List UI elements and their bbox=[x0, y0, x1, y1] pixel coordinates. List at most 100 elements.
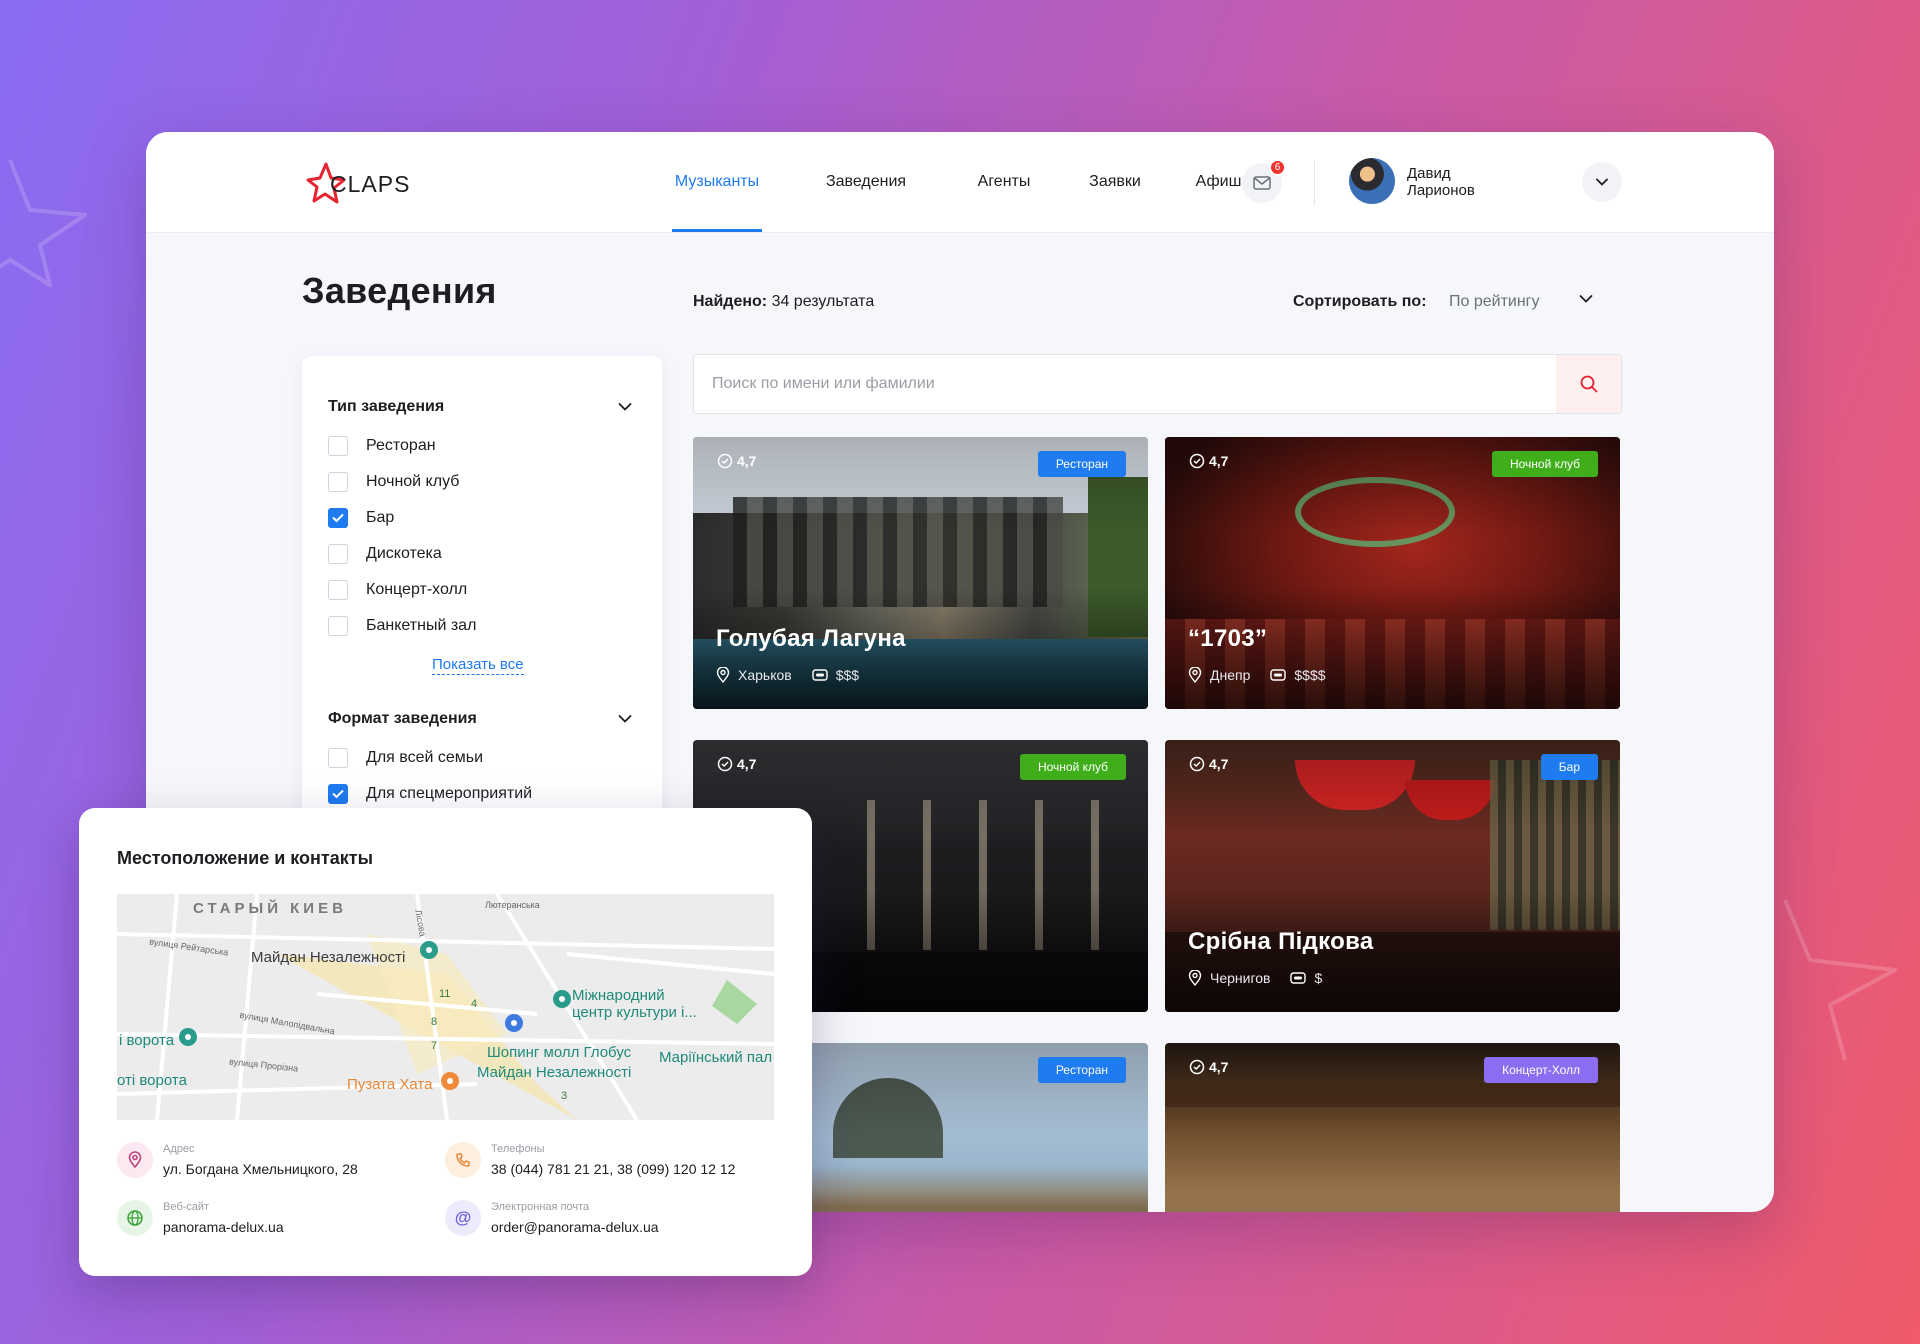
checkbox-checked[interactable] bbox=[328, 784, 348, 804]
checkbox[interactable] bbox=[328, 616, 348, 636]
nav-item-label: Заведения bbox=[825, 173, 907, 190]
filter-option-banquet-hall[interactable]: Банкетный зал bbox=[328, 614, 476, 638]
checkbox-label: Для спецмероприятий bbox=[366, 785, 533, 802]
map-label: СТАРЫЙ КИЕВ bbox=[193, 900, 347, 917]
map-label: 7 bbox=[431, 1040, 438, 1052]
contact-website: Веб-сайт panorama-delux.ua bbox=[117, 1200, 284, 1237]
checkbox-label: Ресторан bbox=[366, 437, 436, 454]
contact-caption: Адрес bbox=[163, 1143, 195, 1155]
top-navigation-bar: CLAPS Музыканты Заведения Агенты Заявки … bbox=[146, 132, 1774, 232]
checkmark-icon bbox=[332, 514, 344, 523]
contact-address: Адрес ул. Богдана Хмельницкого, 28 bbox=[117, 1142, 358, 1179]
venue-meta: Харьков $$$ bbox=[716, 667, 859, 683]
venue-title[interactable]: Срібна Підкова bbox=[1188, 928, 1374, 956]
mail-button[interactable]: 6 bbox=[1242, 159, 1286, 203]
results-count: Найдено: 34 результата bbox=[693, 293, 874, 311]
sort-select[interactable]: По рейтингу bbox=[1449, 293, 1540, 311]
venue-card[interactable]: 4,7 Ресторан Голубая Лагуна Харьков $$$ bbox=[693, 437, 1148, 709]
venue-card[interactable]: 4,7 Ночной клуб “1703” Днепр $$$$ bbox=[1165, 437, 1620, 709]
filter-option-restaurant[interactable]: Ресторан bbox=[328, 434, 436, 458]
filter-option-disco[interactable]: Дискотека bbox=[328, 542, 442, 566]
chevron-down-icon[interactable] bbox=[618, 714, 632, 724]
venue-title[interactable]: “1703” bbox=[1188, 625, 1267, 653]
chevron-down-icon[interactable] bbox=[1579, 294, 1593, 304]
checkbox[interactable] bbox=[328, 580, 348, 600]
rating-value: 4,7 bbox=[737, 453, 757, 469]
envelope-icon bbox=[1253, 176, 1271, 190]
chevron-down-icon[interactable] bbox=[618, 402, 632, 412]
rating-badge-icon bbox=[717, 756, 733, 772]
rating-badge-icon bbox=[717, 453, 733, 469]
wallet-icon bbox=[1270, 669, 1287, 681]
map-label: 3 bbox=[561, 1090, 568, 1102]
map-pin-icon[interactable] bbox=[418, 939, 440, 961]
decorative-star-left bbox=[0, 159, 87, 287]
venue-type-badge: Ночной клуб bbox=[1019, 754, 1126, 780]
show-all-link[interactable]: Показать все bbox=[432, 656, 524, 675]
filter-group-title-format[interactable]: Формат заведения bbox=[328, 710, 477, 728]
rating-badge-icon bbox=[1189, 1059, 1205, 1075]
map-pin-icon[interactable] bbox=[503, 1012, 525, 1034]
search-input[interactable] bbox=[694, 355, 1554, 413]
checkbox[interactable] bbox=[328, 748, 348, 768]
nav-item-venues[interactable]: Заведения bbox=[824, 132, 908, 232]
map-label: центр культури і... bbox=[572, 1004, 697, 1021]
map-label: Пузата Хата bbox=[347, 1076, 433, 1093]
page-title: Заведения bbox=[302, 270, 497, 311]
rating-value: 4,7 bbox=[1209, 756, 1229, 772]
filter-option-concert-hall[interactable]: Концерт-холл bbox=[328, 578, 467, 602]
logo-text: CLAPS bbox=[330, 171, 410, 197]
contact-value[interactable]: panorama-delux.ua bbox=[163, 1217, 284, 1237]
map-pin-icon[interactable] bbox=[551, 988, 573, 1010]
contact-value[interactable]: order@panorama-delux.ua bbox=[491, 1217, 659, 1237]
rating-value: 4,7 bbox=[737, 756, 757, 772]
user-name[interactable]: Давид Ларионов bbox=[1407, 165, 1517, 199]
user-last-name: Ларионов bbox=[1407, 182, 1475, 199]
nav-item-musicians[interactable]: Музыканты bbox=[672, 132, 762, 232]
map-marker-icon bbox=[117, 1142, 153, 1178]
map-pin-icon[interactable] bbox=[439, 1070, 461, 1092]
search-button[interactable] bbox=[1556, 355, 1621, 413]
results-count-label: Найдено: bbox=[693, 293, 768, 310]
venue-title[interactable]: Голубая Лагуна bbox=[716, 625, 906, 653]
avatar[interactable] bbox=[1349, 158, 1395, 204]
venue-city: Чернигов bbox=[1210, 970, 1271, 986]
wallet-icon bbox=[812, 669, 828, 681]
map-label: оті ворота bbox=[117, 1072, 187, 1089]
rating-value: 4,7 bbox=[1209, 1059, 1229, 1075]
checkbox[interactable] bbox=[328, 472, 348, 492]
venue-rating: 4,7 bbox=[1189, 1059, 1228, 1075]
contact-value[interactable]: 38 (044) 781 21 21, 38 (099) 120 12 12 bbox=[491, 1159, 735, 1179]
checkbox-label: Бар bbox=[366, 509, 395, 526]
venue-type-badge: Концерт-Холл bbox=[1484, 1057, 1598, 1083]
filter-option-bar[interactable]: Бар bbox=[328, 506, 394, 530]
filter-option-night-club[interactable]: Ночной клуб bbox=[328, 470, 459, 494]
location-pin-icon bbox=[1188, 970, 1202, 986]
venue-card[interactable]: 4,7 Бар Срібна Підкова Чернигов $ bbox=[1165, 740, 1620, 1012]
checkmark-icon bbox=[332, 790, 344, 799]
checkbox-label: Ночной клуб bbox=[366, 473, 460, 490]
map-label: 8 bbox=[431, 1016, 438, 1028]
checkbox[interactable] bbox=[328, 544, 348, 564]
nav-item-requests[interactable]: Заявки bbox=[1088, 132, 1142, 232]
contact-caption: Телефоны bbox=[491, 1143, 545, 1155]
checkbox-label: Дискотека bbox=[366, 545, 442, 562]
map-label: Міжнародний bbox=[572, 987, 665, 1004]
venue-type-badge: Ночной клуб bbox=[1491, 451, 1598, 477]
chevron-down-icon bbox=[1596, 178, 1608, 186]
filter-option-special-events[interactable]: Для спецмероприятий bbox=[328, 782, 532, 806]
map[interactable]: СТАРЫЙ КИЕВ Майдан Незалежності Міжнарод… bbox=[117, 894, 774, 1120]
map-label: 4 bbox=[471, 998, 478, 1010]
claps-logo[interactable]: CLAPS bbox=[304, 156, 419, 212]
nav-item-agents[interactable]: Агенты bbox=[976, 132, 1032, 232]
filter-group-title-type[interactable]: Тип заведения bbox=[328, 398, 444, 416]
checkbox-checked[interactable] bbox=[328, 508, 348, 528]
map-label: Лютеранська bbox=[485, 900, 540, 910]
filter-option-family[interactable]: Для всей семьи bbox=[328, 746, 483, 770]
checkbox[interactable] bbox=[328, 436, 348, 456]
user-menu-button[interactable] bbox=[1582, 162, 1622, 202]
venue-card[interactable]: 4,7 Концерт-Холл bbox=[1165, 1043, 1620, 1212]
map-pin-icon[interactable] bbox=[177, 1026, 199, 1048]
nav-item-label: Заявки bbox=[1089, 173, 1141, 190]
map-label: і ворота bbox=[119, 1032, 175, 1049]
